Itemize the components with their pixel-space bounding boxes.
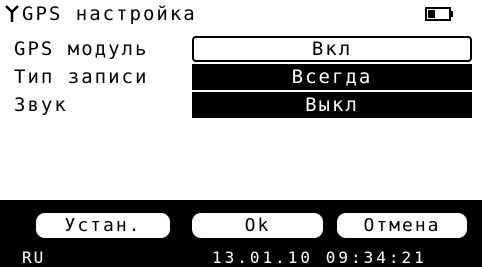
record-type-value[interactable]: Всегда <box>192 64 472 90</box>
cancel-button[interactable]: Отмена <box>337 213 467 238</box>
setting-row-record-type: Тип записи Всегда <box>0 64 482 90</box>
ok-button[interactable]: Ok <box>192 213 323 238</box>
setting-label: Звук <box>14 94 68 116</box>
header-bar: GPS настройка <box>0 0 482 28</box>
sound-value[interactable]: Выкл <box>192 92 472 118</box>
page-title: GPS настройка <box>22 3 197 25</box>
setting-label: Тип записи <box>14 66 149 88</box>
settings-panel: GPS модуль Вкл Тип записи Всегда Звук Вы… <box>0 28 482 200</box>
setting-label: GPS модуль <box>14 38 149 60</box>
antenna-icon <box>5 5 19 22</box>
battery-icon <box>425 7 453 21</box>
language-indicator: RU <box>22 248 46 267</box>
setting-row-sound: Звук Выкл <box>0 92 482 118</box>
gps-module-value[interactable]: Вкл <box>192 36 472 62</box>
device-screen: GPS настройка GPS модуль Вкл Тип записи … <box>0 0 482 267</box>
set-button[interactable]: Устан. <box>36 213 170 238</box>
setting-row-gps-module: GPS модуль Вкл <box>0 36 482 62</box>
datetime-display: 13.01.10 09:34:21 <box>212 248 427 267</box>
